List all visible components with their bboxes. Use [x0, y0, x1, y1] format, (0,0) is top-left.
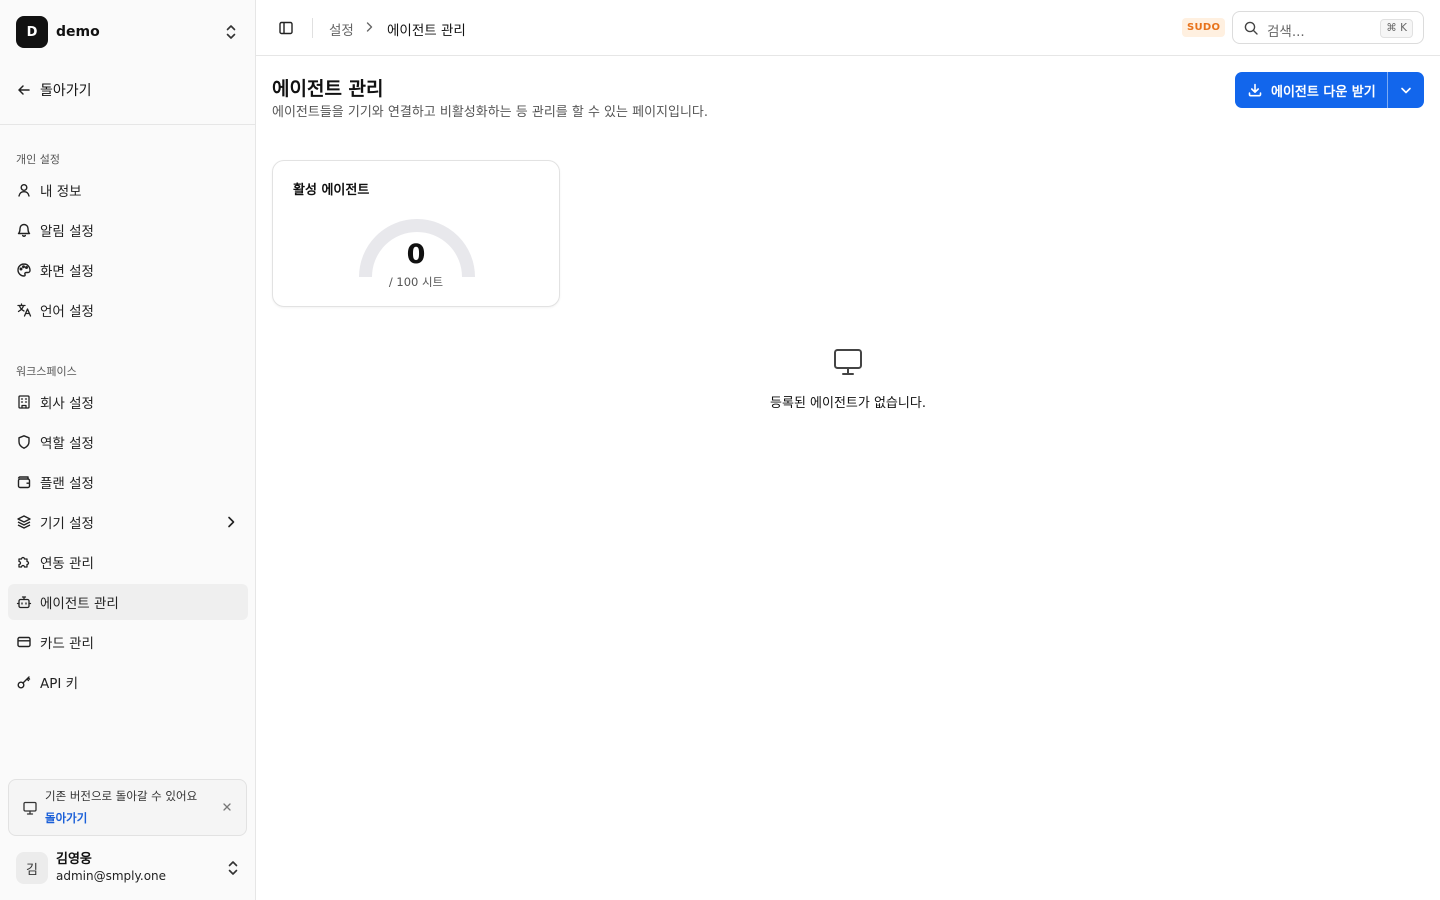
workspace-switcher[interactable]: D demo: [8, 8, 248, 56]
sidebar-item-api-keys[interactable]: API 키: [8, 664, 248, 700]
seat-capacity: / 100 시트: [388, 275, 444, 289]
monitor-icon: [23, 801, 37, 815]
sidebar-item-display[interactable]: 화면 설정: [8, 252, 248, 288]
banner-text: 기존 버전으로 돌아갈 수 있어요: [45, 789, 198, 803]
sidebar-item-label: 카드 관리: [40, 636, 94, 652]
sidebar-item-label: 플랜 설정: [40, 476, 94, 492]
sudo-badge: SUDO: [1182, 18, 1226, 37]
key-icon: [16, 674, 32, 690]
empty-state-message: 등록된 에이전트가 없습니다.: [770, 396, 926, 411]
sidebar-item-label: 역할 설정: [40, 436, 94, 452]
user-name: 김영웅: [56, 852, 92, 867]
chevron-right-icon: [228, 516, 235, 528]
sidebar-item-label: 에이전트 관리: [40, 596, 119, 612]
download-agent-label: 에이전트 다운 받기: [1271, 84, 1376, 100]
sidebar: D demo 돌아가기 개인 설정 내 정보 알림 설정 화면 설정 언어 설정…: [0, 0, 256, 900]
language-icon: [16, 302, 32, 318]
page-description: 에이전트들을 기기와 연결하고 비활성화하는 등 관리를 할 수 있는 페이지입…: [272, 105, 709, 120]
download-agent-button[interactable]: 에이전트 다운 받기: [1235, 72, 1387, 108]
sidebar-item-label: 기기 설정: [40, 516, 94, 532]
sidebar-item-profile[interactable]: 내 정보: [8, 172, 248, 208]
bell-icon: [16, 222, 32, 238]
sidebar-item-label: 화면 설정: [40, 264, 94, 280]
breadcrumb-settings[interactable]: 설정: [329, 19, 354, 39]
sidebar-item-plan[interactable]: 플랜 설정: [8, 464, 248, 500]
sidebar-divider: [0, 124, 255, 125]
breadcrumb-current: 에이전트 관리: [387, 23, 466, 39]
top-bar: 설정 에이전트 관리 SUDO 검색... ⌘ K: [256, 0, 1440, 56]
sidebar-item-notifications[interactable]: 알림 설정: [8, 212, 248, 248]
chevrons-up-down-icon: [226, 25, 236, 39]
panel-left-icon: [279, 21, 293, 35]
chevron-right-icon: [366, 22, 373, 32]
sidebar-item-label: 연동 관리: [40, 556, 94, 572]
personal-settings-label: 개인 설정: [16, 153, 60, 166]
user-meta: 김영웅 admin@smply.one: [56, 851, 166, 885]
chevrons-up-down-icon: [228, 861, 238, 875]
palette-icon: [16, 262, 32, 278]
sidebar-item-label: 알림 설정: [40, 224, 94, 240]
user-menu[interactable]: 김 김영웅 admin@smply.one: [8, 843, 248, 893]
sidebar-item-label: 언어 설정: [40, 304, 94, 320]
building-icon: [16, 394, 32, 410]
workspace-logo: D: [16, 16, 48, 48]
chevron-down-icon: [1401, 87, 1411, 94]
search-shortcut: ⌘ K: [1380, 19, 1413, 38]
download-options-button[interactable]: [1388, 72, 1424, 108]
banner-back-link[interactable]: 돌아가기: [45, 810, 87, 826]
sidebar-toggle-button[interactable]: [274, 16, 298, 40]
legacy-version-banner: 기존 버전으로 돌아갈 수 있어요 돌아가기: [8, 779, 247, 836]
credit-card-icon: [16, 634, 32, 650]
shield-icon: [16, 434, 32, 450]
search-icon: [1244, 21, 1258, 35]
search-input[interactable]: 검색... ⌘ K: [1232, 11, 1424, 44]
bot-icon: [16, 594, 32, 610]
sidebar-item-label: 내 정보: [40, 184, 82, 200]
download-agent-split-button: 에이전트 다운 받기: [1235, 72, 1424, 108]
layers-icon: [16, 514, 32, 530]
puzzle-icon: [16, 554, 32, 570]
sidebar-item-language[interactable]: 언어 설정: [8, 292, 248, 328]
sidebar-item-agents[interactable]: 에이전트 관리: [8, 584, 248, 620]
sidebar-item-roles[interactable]: 역할 설정: [8, 424, 248, 460]
topbar-divider: [312, 18, 313, 38]
active-agent-count: 0: [406, 239, 426, 270]
sidebar-item-label: 회사 설정: [40, 396, 94, 412]
back-link-label: 돌아가기: [40, 83, 92, 99]
back-link[interactable]: 돌아가기: [8, 74, 248, 106]
active-agents-card: 활성 에이전트 0 / 100 시트: [272, 160, 560, 307]
user-email: admin@smply.one: [56, 869, 167, 883]
page-title: 에이전트 관리: [272, 78, 384, 100]
workspace-name: demo: [56, 24, 100, 40]
sidebar-item-cards[interactable]: 카드 관리: [8, 624, 248, 660]
sidebar-item-label: API 키: [40, 676, 79, 692]
avatar: 김: [16, 852, 48, 884]
download-icon: [1248, 83, 1262, 97]
monitor-icon: [834, 349, 862, 375]
card-title: 활성 에이전트: [293, 183, 370, 198]
close-icon[interactable]: [220, 800, 234, 814]
sidebar-item-devices[interactable]: 기기 설정: [8, 504, 248, 540]
wallet-icon: [16, 474, 32, 490]
user-icon: [16, 182, 32, 198]
sidebar-item-company[interactable]: 회사 설정: [8, 384, 248, 420]
search-placeholder: 검색...: [1267, 24, 1305, 40]
sidebar-item-integrations[interactable]: 연동 관리: [8, 544, 248, 580]
workspace-label: 워크스페이스: [16, 365, 77, 378]
arrow-left-icon: [18, 85, 30, 95]
